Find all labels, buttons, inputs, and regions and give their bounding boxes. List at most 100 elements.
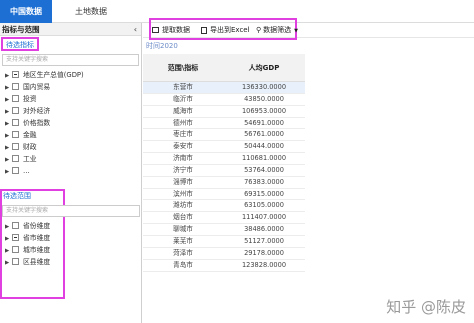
- export-excel-button[interactable]: 导出到Excel: [201, 23, 250, 38]
- tree-item[interactable]: ▶…: [0, 165, 141, 177]
- indicator-search-input[interactable]: 支持关键字搜索: [2, 54, 139, 66]
- column-header-range[interactable]: 范围\指标: [143, 54, 223, 82]
- checkbox[interactable]: [12, 70, 19, 78]
- tree-item[interactable]: ▶ 金融: [0, 129, 141, 141]
- table-body: 东营市 136330.0000 临沂市 43850.0000 威海市 106953.000…: [143, 82, 305, 272]
- data-filter-button[interactable]: ⚲ 数据筛选 ▼: [256, 23, 298, 38]
- city-cell: 临沂市: [173, 94, 193, 103]
- tree-item-label: 对外经济: [23, 107, 51, 115]
- checkbox[interactable]: [12, 94, 19, 102]
- tree-item[interactable]: ▶ 价格指数: [0, 117, 141, 129]
- tree-item[interactable]: ▶ 省份维度: [0, 220, 142, 232]
- tree-item-label: 财政: [23, 143, 37, 151]
- checkbox[interactable]: [12, 106, 19, 114]
- table-row[interactable]: 青岛市 123828.0000: [143, 260, 305, 272]
- range-tree: ▶ 省份维度 ▶ 省市维度 ▶ 城市维度 ▶ 区县维度: [0, 220, 142, 268]
- checkbox[interactable]: [12, 245, 19, 253]
- tree-item-label: 省市维度: [23, 234, 51, 242]
- gdp-cell: 38486.0000: [244, 225, 284, 234]
- city-cell: 潍坊市: [173, 201, 193, 210]
- panel-header: 指标与范围 ‹: [0, 23, 141, 36]
- tree-item[interactable]: ▶ 区县维度: [0, 256, 142, 268]
- checkbox[interactable]: [12, 257, 19, 265]
- tab-land-data[interactable]: 土地数据: [66, 0, 116, 23]
- table-row[interactable]: 枣庄市 56761.0000: [143, 129, 305, 142]
- export-excel-label: 导出到Excel: [210, 26, 250, 34]
- table-row[interactable]: 济南市 110681.0000: [143, 153, 305, 165]
- table-row[interactable]: 济宁市 53764.0000: [143, 165, 305, 177]
- tree-item[interactable]: ▶ 国内贸易: [0, 81, 141, 93]
- table-row[interactable]: 莱芜市 51127.0000: [143, 236, 305, 248]
- city-cell: 济宁市: [173, 165, 193, 174]
- tree-item[interactable]: ▶ 工业: [0, 153, 141, 165]
- data-table: 范围\指标 人均GDP 东营市 136330.0000 临沂市 43850.0000 威…: [143, 54, 305, 272]
- city-cell: 滨州市: [173, 189, 193, 198]
- tree-item-label: 城市维度: [23, 246, 51, 254]
- fetch-data-label: 提取数据: [162, 26, 190, 34]
- table-row[interactable]: 临沂市 43850.0000: [143, 94, 305, 106]
- table-row[interactable]: 菏泽市 29178.0000: [143, 248, 305, 260]
- city-cell: 烟台市: [173, 213, 193, 222]
- tree-item[interactable]: ▶ 省市维度: [0, 232, 142, 244]
- grid-icon: [152, 27, 159, 33]
- watermark: 知乎 @陈皮: [386, 298, 466, 316]
- table-row[interactable]: 泰安市 50444.0000: [143, 141, 305, 154]
- tree-item[interactable]: ▶ 对外经济: [0, 105, 141, 117]
- toolbar: 提取数据 导出到Excel ⚲ 数据筛选 ▼: [143, 18, 474, 40]
- tree-item-label: 省份维度: [23, 222, 51, 230]
- city-cell: 淄博市: [173, 177, 193, 186]
- gdp-cell: 123828.0000: [241, 260, 287, 269]
- city-cell: 济南市: [173, 154, 193, 163]
- checkbox[interactable]: [12, 233, 19, 241]
- indicator-range-panel: 指标与范围 ‹ 待选指标 支持关键字搜索 ▶ 地区生产总值(GDP) ▶ 国内贸易 ▶ 投…: [0, 23, 142, 323]
- range-tree-block: 待选范围 支持关键字搜索 ▶ 省份维度 ▶ 省市维度 ▶ 城市维度 ▶ 区县维度: [0, 190, 142, 268]
- fetch-data-button[interactable]: 提取数据: [152, 23, 190, 38]
- gdp-cell: 54691.0000: [244, 118, 284, 127]
- table-row[interactable]: 潍坊市 63105.0000: [143, 200, 305, 213]
- tree-item-label: 投资: [23, 95, 37, 103]
- filter-icon: ⚲: [256, 26, 262, 34]
- tree-item[interactable]: ▶ 地区生产总值(GDP): [0, 69, 141, 81]
- caret-right-icon[interactable]: ▶: [5, 166, 12, 178]
- checkbox[interactable]: [12, 166, 19, 174]
- checkbox[interactable]: [12, 130, 19, 138]
- table-row[interactable]: 滨州市 69315.0000: [143, 189, 305, 201]
- column-header-gdp[interactable]: 人均GDP: [223, 54, 305, 82]
- gdp-cell: 29178.0000: [244, 248, 284, 257]
- gdp-cell: 51127.0000: [244, 236, 284, 245]
- gdp-cell: 110681.0000: [241, 154, 287, 163]
- city-cell: 德州市: [173, 118, 193, 127]
- tree-item[interactable]: ▶ 财政: [0, 141, 141, 153]
- table-row[interactable]: 德州市 54691.0000: [143, 118, 305, 130]
- city-cell: 莱芜市: [173, 236, 193, 245]
- caret-right-icon[interactable]: ▶: [5, 257, 12, 269]
- tree-item-label: 区县维度: [23, 258, 51, 266]
- export-icon: [201, 26, 207, 34]
- table-header: 范围\指标 人均GDP: [143, 54, 305, 82]
- table-row[interactable]: 聊城市 38486.0000: [143, 224, 305, 236]
- gdp-cell: 50444.0000: [244, 142, 284, 151]
- gdp-cell: 53764.0000: [244, 165, 284, 174]
- table-row[interactable]: 淄博市 76383.0000: [143, 177, 305, 189]
- gdp-cell: 69315.0000: [244, 189, 284, 198]
- tree-item-label: 金融: [23, 131, 37, 139]
- city-cell: 威海市: [173, 106, 193, 115]
- table-row[interactable]: 东营市 136330.0000: [143, 82, 305, 94]
- table-row[interactable]: 威海市 106953.0000: [143, 106, 305, 118]
- tree-item[interactable]: ▶ 投资: [0, 93, 141, 105]
- checkbox[interactable]: [12, 118, 19, 126]
- tree-item[interactable]: ▶ 城市维度: [0, 244, 142, 256]
- checkbox[interactable]: [12, 142, 19, 150]
- gdp-cell: 56761.0000: [244, 130, 284, 139]
- checkbox[interactable]: [12, 221, 19, 229]
- range-search-input[interactable]: 支持关键字搜索: [2, 205, 140, 217]
- table-row[interactable]: 烟台市 111407.0000: [143, 212, 305, 225]
- panel-title: 指标与范围: [2, 25, 40, 34]
- tree-item-label: …: [23, 167, 30, 175]
- collapse-icon[interactable]: ‹: [134, 23, 137, 36]
- city-cell: 枣庄市: [173, 130, 193, 139]
- checkbox[interactable]: [12, 154, 19, 162]
- checkbox[interactable]: [12, 82, 19, 90]
- gdp-cell: 136330.0000: [241, 83, 287, 91]
- tab-china-data[interactable]: 中国数据: [0, 0, 52, 23]
